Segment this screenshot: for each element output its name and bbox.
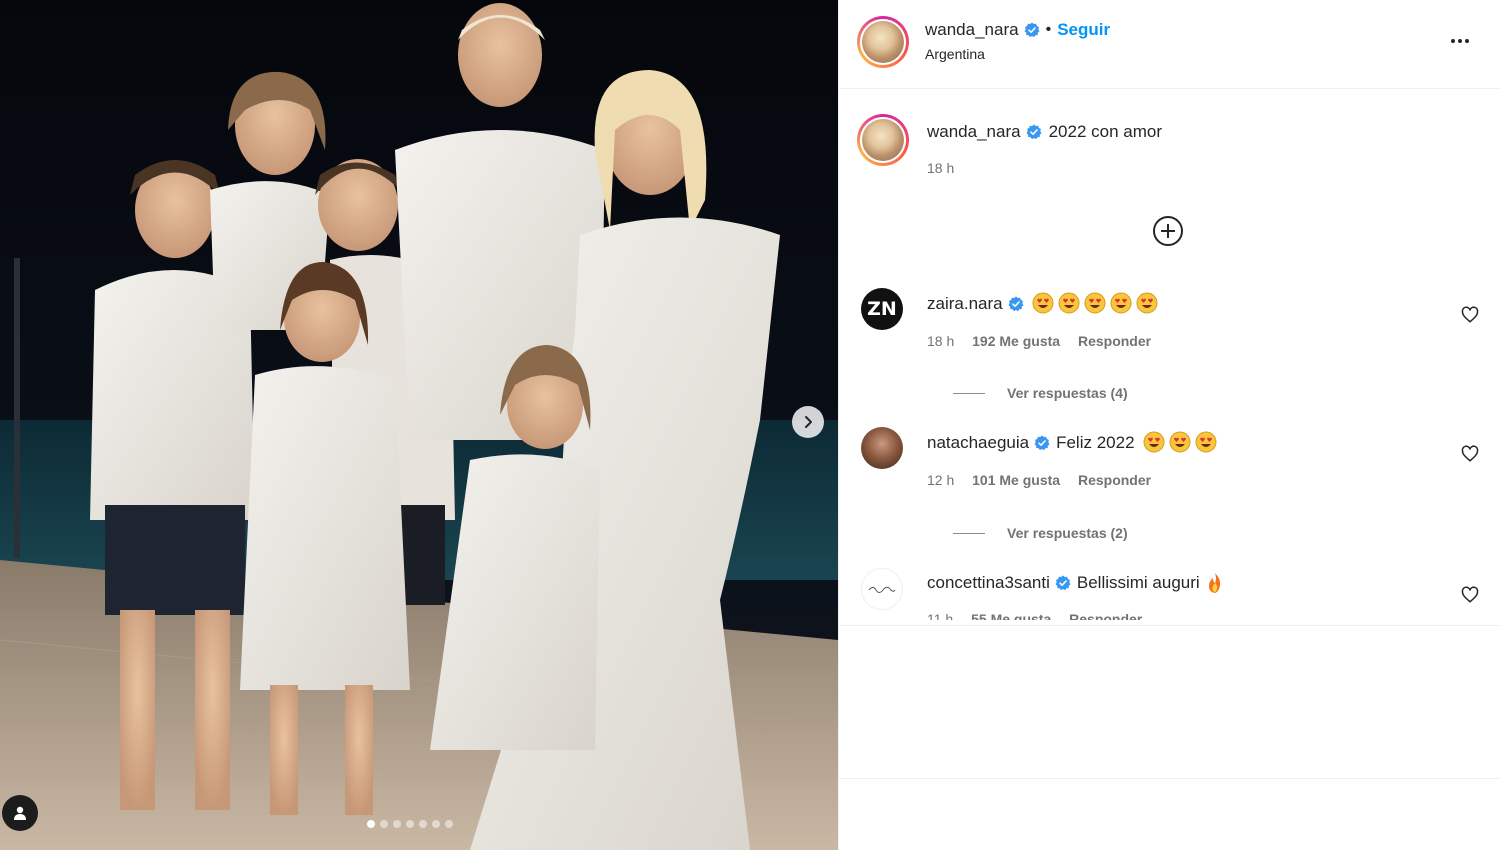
heart-eyes-emoji-icon xyxy=(1058,292,1080,314)
replies-divider xyxy=(953,532,985,534)
comment-time: 12 h xyxy=(927,472,955,488)
carousel-dot xyxy=(432,820,440,828)
post-details-panel: wanda_nara • Seguir Argentina wanda_nara xyxy=(838,0,1500,850)
more-options-button[interactable] xyxy=(1449,30,1471,57)
signature-logo-icon xyxy=(868,586,896,593)
comment-meta: 12 h 101 Me gusta Responder xyxy=(927,472,1447,488)
plus-circle-icon xyxy=(1153,216,1183,246)
carousel-indicator xyxy=(367,820,453,828)
caption-time: 18 h xyxy=(927,160,955,176)
comment-emoji-group xyxy=(1139,431,1217,455)
author-avatar[interactable] xyxy=(857,16,909,68)
caption: wanda_nara 2022 con amor 18 h xyxy=(927,122,1162,176)
load-more-comments-button[interactable] xyxy=(1151,214,1185,248)
commenter-username[interactable]: zaira.nara xyxy=(927,293,1003,315)
heart-eyes-emoji-icon xyxy=(1136,292,1158,314)
heart-outline-icon[interactable] xyxy=(1461,445,1479,463)
reply-button[interactable]: Responder xyxy=(1069,611,1142,620)
view-replies-label: Ver respuestas (2) xyxy=(1007,525,1128,541)
carousel-dot xyxy=(380,820,388,828)
heart-outline-icon[interactable] xyxy=(1461,306,1479,324)
carousel-dot xyxy=(406,820,414,828)
heart-eyes-emoji-icon xyxy=(1195,431,1217,453)
commenter-username[interactable]: concettina3santi xyxy=(927,572,1050,594)
comment-meta: 18 h 192 Me gusta Responder xyxy=(927,333,1447,349)
comment-text: Bellissimi auguri xyxy=(1076,573,1200,592)
heart-outline-icon[interactable] xyxy=(1461,586,1479,604)
comment-time: 11 h xyxy=(927,611,954,620)
comment-time: 18 h xyxy=(927,333,955,349)
comment-likes[interactable]: 55 Me gusta xyxy=(971,611,1051,620)
post-location[interactable]: Argentina xyxy=(925,46,1110,62)
commenter-avatar[interactable]: ZN xyxy=(861,288,903,330)
fire-emoji-icon xyxy=(1208,573,1220,593)
comment-meta: 11 h 55 Me gusta Responder xyxy=(927,611,1447,620)
replies-divider xyxy=(953,392,985,394)
verified-badge-icon xyxy=(1024,22,1040,38)
heart-eyes-emoji-icon xyxy=(1110,292,1132,314)
carousel-dot xyxy=(393,820,401,828)
ellipsis-icon xyxy=(1451,39,1469,43)
caption-avatar[interactable] xyxy=(857,114,909,166)
heart-eyes-emoji-icon xyxy=(1143,431,1165,453)
comment-likes[interactable]: 101 Me gusta xyxy=(972,472,1060,488)
comment-emoji-group xyxy=(1028,292,1158,316)
comment-text: Feliz 2022 xyxy=(1056,433,1135,452)
divider xyxy=(839,778,1500,779)
carousel-dot xyxy=(445,820,453,828)
verified-badge-icon xyxy=(1034,435,1050,451)
follow-button[interactable]: Seguir xyxy=(1057,20,1110,40)
view-replies-label: Ver respuestas (4) xyxy=(1007,385,1128,401)
heart-eyes-emoji-icon xyxy=(1032,292,1054,314)
heart-eyes-emoji-icon xyxy=(1169,431,1191,453)
divider xyxy=(839,625,1500,626)
carousel-dot xyxy=(367,820,375,828)
tagged-users-button[interactable] xyxy=(2,795,38,831)
commenter-username[interactable]: natachaeguia xyxy=(927,432,1029,454)
reply-button[interactable]: Responder xyxy=(1078,333,1151,349)
user-tag-icon xyxy=(14,806,26,820)
separator-dot: • xyxy=(1045,21,1052,38)
comments-list[interactable]: ZN zaira.nara 18 h 192 Me gusta Responde… xyxy=(839,280,1500,620)
post-photo[interactable] xyxy=(0,0,838,850)
verified-badge-icon xyxy=(1055,575,1071,591)
verified-badge-icon xyxy=(1008,296,1024,312)
comment-likes[interactable]: 192 Me gusta xyxy=(972,333,1060,349)
author-username[interactable]: wanda_nara xyxy=(925,20,1019,40)
chevron-right-icon xyxy=(805,416,812,428)
post-header: wanda_nara • Seguir Argentina xyxy=(839,0,1500,89)
commenter-avatar[interactable] xyxy=(861,427,903,469)
commenter-avatar[interactable] xyxy=(861,568,903,610)
caption-username[interactable]: wanda_nara xyxy=(927,122,1021,142)
view-replies-button[interactable]: Ver respuestas (2) xyxy=(953,525,1128,541)
family-photo xyxy=(0,0,838,850)
heart-eyes-emoji-icon xyxy=(1084,292,1106,314)
carousel-dot xyxy=(419,820,427,828)
carousel-next-button[interactable] xyxy=(792,406,824,438)
view-replies-button[interactable]: Ver respuestas (4) xyxy=(953,385,1128,401)
verified-badge-icon xyxy=(1026,124,1042,140)
caption-text: 2022 con amor xyxy=(1048,122,1162,141)
reply-button[interactable]: Responder xyxy=(1078,472,1151,488)
